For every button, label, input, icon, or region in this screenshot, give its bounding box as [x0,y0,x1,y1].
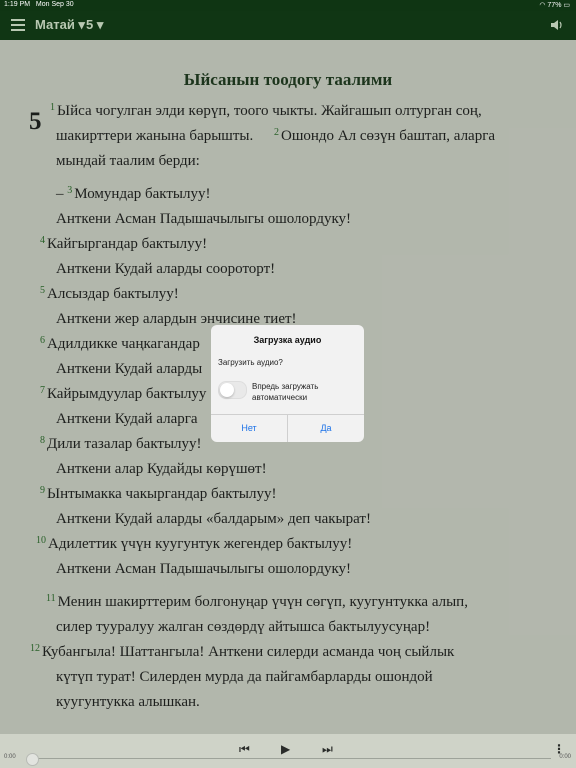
status-bar: 1:19 PM Mon Sep 30 ◠ 77% ▭ [0,0,576,11]
status-time-date: 1:19 PM Mon Sep 30 [4,1,74,8]
dialog-message: Загрузить аудио? [218,358,283,367]
wifi-icon: ◠ [539,2,546,9]
skip-back-icon[interactable]: ⏮ [239,742,250,757]
download-audio-dialog: Загрузка аудио Загрузить аудио? Впредь з… [211,325,364,442]
elapsed-time: 0:00 [4,754,16,760]
book-selector[interactable]: Матай ▾ [35,17,85,33]
dialog-title: Загрузка аудио [253,335,322,345]
speaker-icon[interactable] [550,19,564,31]
skip-forward-icon[interactable]: ⏭ [322,742,333,757]
top-bar: Матай ▾ 5 ▾ [0,11,576,40]
progress-knob[interactable] [26,753,39,766]
battery-icon: ▭ [563,2,570,9]
play-icon[interactable]: ▶ [281,742,290,756]
toggle-label: Впредь загружать автоматически [252,382,319,402]
toggle-knob [220,383,234,397]
hamburger-icon[interactable] [11,19,25,31]
chapter-selector[interactable]: 5 ▾ [86,17,103,33]
audio-player-bar: ⏮ ▶ ⏭ ⋮ 0:00 0:00 [0,734,576,768]
status-right: ◠ 77% ▭ [539,1,570,9]
yes-button[interactable]: Да [288,414,364,442]
no-button[interactable]: Нет [211,414,287,442]
auto-download-toggle[interactable] [218,381,247,399]
remaining-time: 0:00 [559,754,571,760]
battery-level: 77% [547,2,562,9]
progress-track[interactable] [31,758,551,759]
